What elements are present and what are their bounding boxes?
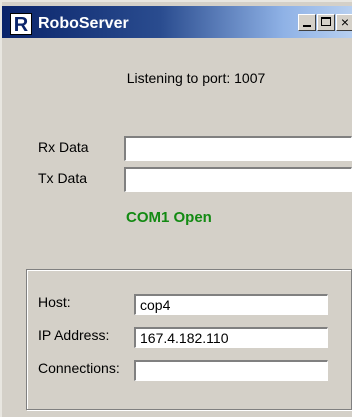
connections-field[interactable]: [134, 360, 328, 381]
rx-data-label: Rx Data: [38, 139, 89, 155]
app-icon[interactable]: R: [10, 13, 32, 36]
rx-data-field[interactable]: [124, 136, 352, 161]
ip-address-label: IP Address:: [38, 327, 110, 343]
tx-data-label: Tx Data: [38, 170, 88, 186]
title-bar[interactable]: R RoboServer ×: [2, 6, 352, 38]
connections-label: Connections:: [38, 360, 120, 376]
com-port-status: COM1 Open: [126, 209, 212, 226]
window-controls: ×: [297, 14, 352, 31]
host-label: Host:: [38, 294, 71, 310]
tx-data-field[interactable]: [124, 167, 352, 192]
minimize-button[interactable]: [298, 14, 316, 31]
ip-address-field[interactable]: 167.4.182.110: [134, 327, 328, 348]
window-title: RoboServer: [38, 15, 129, 32]
host-field[interactable]: cop4: [134, 294, 328, 315]
roboserver-window: R RoboServer × Listening to port: 1007 R…: [0, 0, 352, 417]
listening-status: Listening to port: 1007: [126, 70, 266, 86]
close-button[interactable]: ×: [336, 14, 352, 31]
maximize-button[interactable]: [317, 14, 335, 31]
